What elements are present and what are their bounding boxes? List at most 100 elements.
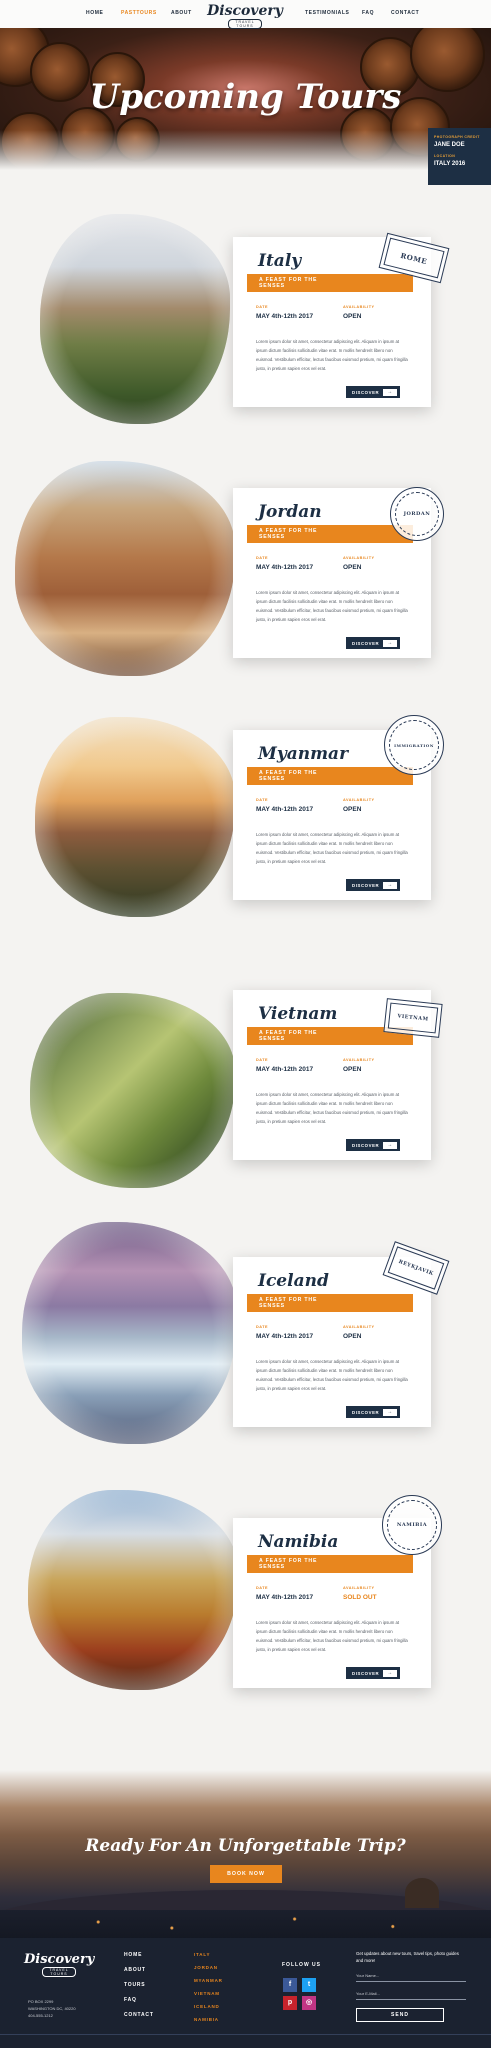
tour-tagline: A FEAST FOR THE SENSES [247,767,413,785]
arrow-right-icon: → [383,639,397,647]
tour-date-block: DATE MAY 4th-12th 2017 [256,1058,313,1073]
tour-section-iceland: Iceland A FEAST FOR THE SENSES DATE MAY … [0,1220,491,1450]
email-input[interactable]: Your E-Mail... [356,1988,466,2000]
tour-availability-block: AVAILABILITY OPEN [343,1325,375,1340]
destination-link-namibia[interactable]: NAMIBIA [194,2017,223,2022]
availability-label: AVAILABILITY [343,1058,375,1062]
tour-photo-italy [40,214,230,424]
footer-bottom-bar [0,2034,491,2048]
destination-link-vietnam[interactable]: VIETNAM [194,1991,223,1996]
nav-link-faq[interactable]: FAQ [362,10,374,16]
tour-availability-block: AVAILABILITY OPEN [343,556,375,571]
tour-description: Lorem ipsum dolor sit amet, consectetur … [256,1092,408,1124]
logo-subtitle: TRAVEL TOURS [228,19,262,29]
send-button[interactable]: SEND [356,2008,444,2022]
follow-us-label: FOLLOW US [282,1962,321,1968]
facebook-icon[interactable]: f [283,1978,297,1992]
discover-button[interactable]: DISCOVER → [346,1139,400,1151]
site-logo[interactable]: Discovery TRAVEL TOURS [205,2,285,30]
discover-label: DISCOVER [352,1143,380,1148]
footer-link-about[interactable]: ABOUT [124,1967,154,1973]
tour-availability-block: AVAILABILITY OPEN [343,305,375,320]
destination-link-iceland[interactable]: ICELAND [194,2004,223,2009]
discover-button[interactable]: DISCOVER → [346,637,400,649]
discover-label: DISCOVER [352,1410,380,1415]
footer-address: PO BOX 2299 WASHINGTON DC, 40220 404-555… [28,1998,76,2019]
footer-link-home[interactable]: HOME [124,1952,154,1958]
footer-link-contact[interactable]: CONTACT [124,2012,154,2018]
tour-section-jordan: Jordan A FEAST FOR THE SENSES DATE MAY 4… [0,455,491,685]
discover-button[interactable]: DISCOVER → [346,1667,400,1679]
discover-label: DISCOVER [352,883,380,888]
arrow-right-icon: → [383,881,397,889]
tour-date: MAY 4th-12th 2017 [256,1333,314,1340]
logo-wordmark: Discovery [207,3,283,19]
arrow-right-icon: → [383,1408,397,1416]
tour-photo-iceland [22,1222,237,1444]
availability-status: OPEN [343,806,362,813]
tour-card-iceland: Iceland A FEAST FOR THE SENSES DATE MAY … [233,1257,431,1427]
nav-link-home[interactable]: HOME [86,10,103,16]
tour-photo-jordan [15,461,235,676]
discover-button[interactable]: DISCOVER → [346,1406,400,1418]
availability-label: AVAILABILITY [343,1586,375,1590]
nav-link-testimonials[interactable]: TESTIMONIALS [305,10,349,16]
instagram-icon[interactable]: ◎ [302,1996,316,2010]
photo-credit-label: PHOTOGRAPH CREDIT [434,135,480,139]
book-now-button[interactable]: BOOK NOW [210,1865,282,1883]
tour-description: Lorem ipsum dolor sit amet, consectetur … [256,832,408,864]
arrow-right-icon: → [383,388,397,396]
discover-label: DISCOVER [352,641,380,646]
arrow-right-icon: → [383,1141,397,1149]
top-navigation: HOME PASTTOURS ABOUT Discovery TRAVEL TO… [0,0,491,30]
tour-date: MAY 4th-12th 2017 [256,564,314,571]
tour-description: Lorem ipsum dolor sit amet, consectetur … [256,339,408,371]
destination-link-jordan[interactable]: JORDAN [194,1965,223,1970]
tour-availability-block: AVAILABILITY OPEN [343,798,375,813]
tour-tagline: A FEAST FOR THE SENSES [247,1555,413,1573]
name-input[interactable]: Your Name... [356,1970,466,1982]
nav-link-about[interactable]: ABOUT [171,10,192,16]
tour-section-myanmar: Myanmar A FEAST FOR THE SENSES DATE MAY … [0,705,491,935]
availability-label: AVAILABILITY [343,798,375,802]
phone-number: 404-555-1212 [28,2013,53,2018]
tour-date-block: DATE MAY 4th-12th 2017 [256,1586,313,1601]
pinterest-icon[interactable]: p [283,1996,297,2010]
discover-label: DISCOVER [352,390,380,395]
location-label: LOCATION [434,154,456,158]
availability-status: OPEN [343,313,362,320]
nav-link-contact[interactable]: CONTACT [391,10,419,16]
tour-description: Lorem ipsum dolor sit amet, consectetur … [256,1359,408,1391]
tour-date: MAY 4th-12th 2017 [256,1594,314,1601]
date-label: DATE [256,798,269,802]
availability-label: AVAILABILITY [343,1325,375,1329]
destination-link-myanmar[interactable]: MYANMAR [194,1978,223,1983]
footer-link-faq[interactable]: FAQ [124,1997,154,2003]
newsletter-form: Get updates about new tours, travel tips… [356,1950,466,2022]
tour-date: MAY 4th-12th 2017 [256,1066,314,1073]
date-label: DATE [256,1058,269,1062]
logo-subtitle: TRAVEL TOURS [42,1967,76,1977]
destination-link-italy[interactable]: ITALY [194,1952,223,1957]
tour-date-block: DATE MAY 4th-12th 2017 [256,798,313,813]
city-lights [0,1910,491,1940]
photo-credit-value: JANE DOE [434,142,465,148]
footer-link-tours[interactable]: TOURS [124,1982,154,1988]
tour-section-vietnam: Vietnam A FEAST FOR THE SENSES DATE MAY … [0,985,491,1215]
discover-button[interactable]: DISCOVER → [346,386,400,398]
discover-button[interactable]: DISCOVER → [346,879,400,891]
availability-status: SOLD OUT [343,1594,377,1601]
hero-fade [0,130,491,170]
nav-link-pasttours[interactable]: PASTTOURS [121,10,157,16]
footer-nav: HOME ABOUT TOURS FAQ CONTACT [124,1952,154,2027]
stamp-text: JORDAN [403,511,431,517]
hero-banner: Upcoming Tours [0,22,491,170]
tour-date-block: DATE MAY 4th-12th 2017 [256,1325,313,1340]
address-line: PO BOX 2299 [28,1999,54,2004]
tour-photo-namibia [28,1490,238,1690]
page-title: Upcoming Tours [89,77,402,117]
twitter-icon[interactable]: t [302,1978,316,1992]
cathedral-dome [405,1878,439,1908]
footer-logo[interactable]: Discovery TRAVEL TOURS [24,1950,94,1977]
discover-label: DISCOVER [352,1671,380,1676]
